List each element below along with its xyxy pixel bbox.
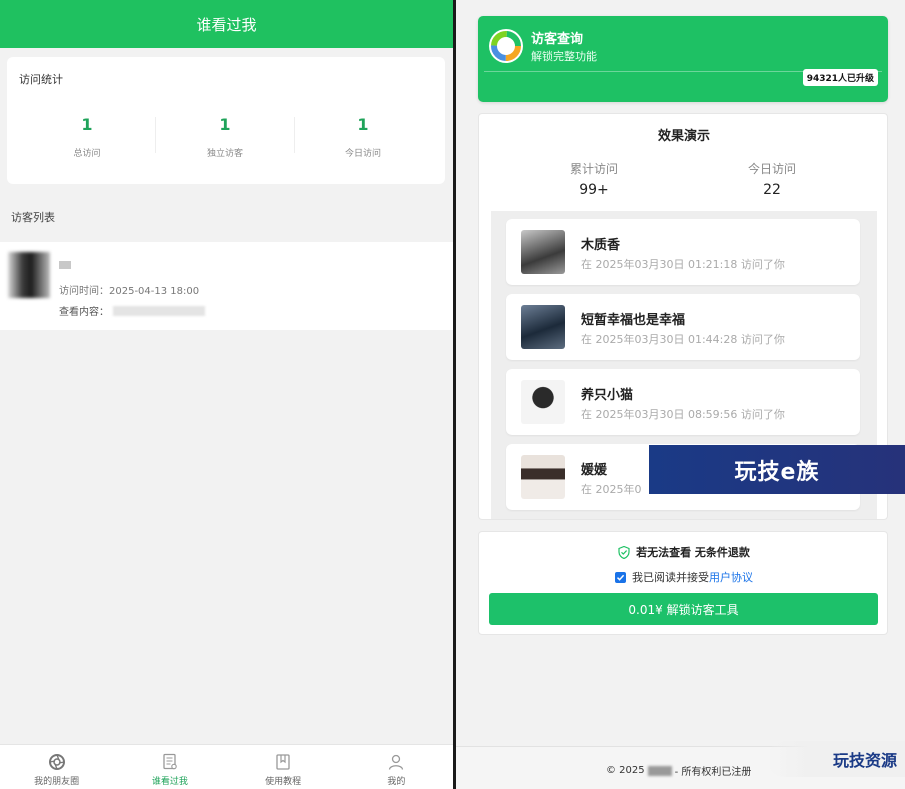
stat-label: 今日访问 (344, 149, 381, 159)
upgrade-count-badge: 94321人已升级 (802, 69, 878, 86)
visitor-list-title: 访客列表 (11, 211, 55, 224)
promo-title: 访客查询 (531, 32, 584, 47)
visitor-name: 木质香 (581, 238, 621, 253)
ring-logo-icon (488, 28, 524, 64)
viewed-content-label: 查看内容： (59, 307, 109, 318)
copyright-prefix: © 2025 (606, 765, 645, 776)
copyright: © 2025 - 所有权利已注册 (606, 763, 751, 778)
bookmark-icon (274, 753, 292, 771)
stat-label: 总访问 (73, 149, 101, 159)
avatar (521, 455, 565, 499)
stat-today-visits: 1 今日访问 (293, 115, 433, 159)
tab-me[interactable]: 我的 (340, 745, 453, 789)
tab-label: 使用教程 (265, 777, 302, 787)
visitor-name-redacted (59, 261, 71, 269)
visitor-list-item[interactable]: 访问时间：2025-04-13 18:00 查看内容： (0, 242, 453, 330)
promo-banner: 访客查询 解锁完整功能 94321人已升级 (478, 16, 888, 102)
left-panel: 谁看过我 访问统计 1 总访问 1 独立访客 1 今日访问 访客列表 访问时间：… (0, 0, 453, 789)
viewed-content: 查看内容： (59, 303, 205, 318)
stat-unique-visitors: 1 独立访客 (155, 115, 295, 159)
stat-value: 1 (357, 115, 369, 134)
stats-title: 访问统计 (19, 73, 63, 86)
visit-description: 在 2025年03月30日 08:59:56 访问了你 (581, 408, 785, 421)
tab-tutorial[interactable]: 使用教程 (227, 745, 340, 789)
visit-time: 访问时间：2025-04-13 18:00 (59, 286, 200, 297)
aperture-icon (48, 753, 66, 771)
visitor-name: 养只小猫 (581, 388, 634, 403)
stat-label: 独立访客 (206, 149, 243, 159)
tab-moments[interactable]: 我的朋友圈 (0, 745, 113, 789)
demo-stat-value: 22 (763, 182, 781, 198)
purchase-card: 若无法查看 无条件退款 我已阅读并接受 用户协议 0.01¥ 解锁访客工具 (478, 531, 888, 635)
viewed-content-redacted (113, 305, 205, 316)
demo-stat-today: 今日访问 22 (722, 160, 822, 198)
list-item: 短暂幸福也是幸福 在 2025年03月30日 01:44:28 访问了你 (506, 294, 860, 360)
watermark-logo-bottom: 玩技资源 (767, 741, 905, 777)
demo-stat-value: 99+ (579, 182, 609, 198)
bottom-tab-bar: 我的朋友圈 谁看过我 使用教程 我的 (0, 744, 453, 789)
agreement-text: 我已阅读并接受 (632, 571, 709, 584)
demo-stat-label: 累计访问 (569, 162, 618, 176)
document-eye-icon (161, 753, 179, 771)
avatar (521, 230, 565, 274)
unlock-button[interactable]: 0.01¥ 解锁访客工具 (489, 593, 878, 625)
visitor-name: 短暂幸福也是幸福 (581, 313, 686, 328)
avatar (521, 380, 565, 424)
user-icon (387, 753, 405, 771)
page-title: 谁看过我 (0, 0, 453, 48)
tab-who-viewed-me[interactable]: 谁看过我 (113, 745, 226, 789)
agreement-row: 我已阅读并接受 用户协议 (479, 569, 889, 585)
stat-total-visits: 1 总访问 (17, 115, 157, 159)
list-item: 木质香 在 2025年03月30日 01:21:18 访问了你 (506, 219, 860, 285)
stat-value: 1 (219, 115, 231, 134)
agreement-checkbox[interactable] (615, 571, 626, 583)
visitor-name: 媛媛 (581, 463, 608, 478)
list-item: 养只小猫 在 2025年03月30日 08:59:56 访问了你 (506, 369, 860, 435)
right-panel: 访客查询 解锁完整功能 94321人已升级 效果演示 累计访问 99+ 今日访问… (456, 0, 905, 789)
visit-description: 在 2025年03月30日 01:21:18 访问了你 (581, 258, 785, 271)
shield-check-icon (618, 545, 630, 559)
user-agreement-link[interactable]: 用户协议 (709, 569, 753, 585)
guarantee-text: 若无法查看 无条件退款 (636, 546, 750, 559)
avatar (521, 305, 565, 349)
visit-description: 在 2025年03月30日 01:44:28 访问了你 (581, 333, 785, 346)
visit-stats-card: 访问统计 1 总访问 1 独立访客 1 今日访问 (7, 57, 445, 184)
site-name-redacted (647, 765, 672, 776)
visit-description: 在 2025年0 (581, 483, 642, 496)
tab-label: 我的 (387, 777, 406, 787)
avatar (8, 252, 50, 298)
watermark-logo-top: 玩技e族 (649, 445, 905, 494)
demo-stat-label: 今日访问 (747, 162, 796, 176)
tab-label: 谁看过我 (151, 777, 188, 787)
copyright-suffix: - 所有权利已注册 (674, 767, 752, 778)
stat-value: 1 (81, 115, 93, 134)
demo-title: 效果演示 (657, 129, 710, 144)
promo-subtitle: 解锁完整功能 (531, 50, 597, 63)
tab-label: 我的朋友圈 (34, 777, 80, 787)
refund-guarantee: 若无法查看 无条件退款 (479, 544, 889, 560)
demo-stat-total: 累计访问 99+ (544, 160, 644, 198)
